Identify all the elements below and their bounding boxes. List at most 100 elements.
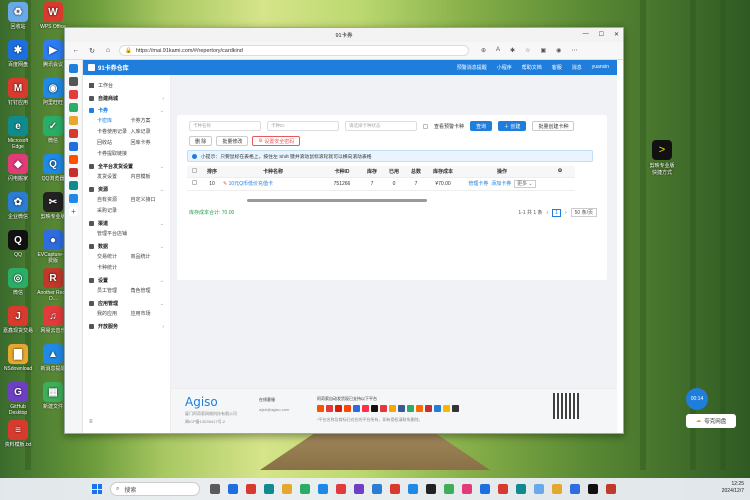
sidebar-section[interactable]: 自建商城 › xyxy=(83,92,170,104)
side-timer-button[interactable]: 00:14 xyxy=(686,388,708,410)
sidebar-item[interactable]: 回收站 xyxy=(97,139,131,146)
desktop-icon[interactable]: G GitHub Desktop xyxy=(2,382,34,416)
taskbar-app-icon[interactable] xyxy=(588,484,598,494)
sidebar-item[interactable]: 商品统计 xyxy=(131,253,165,260)
tab-icon[interactable] xyxy=(69,116,78,125)
taskbar-app-icon[interactable] xyxy=(570,484,580,494)
taskbar-app-icon[interactable] xyxy=(264,484,274,494)
sidebar-section[interactable]: 渠道 ⌄ xyxy=(83,217,170,229)
tab-icon[interactable] xyxy=(69,77,78,86)
sidebar-item-workbench[interactable]: 工作台 xyxy=(83,79,170,92)
page-number[interactable]: 1 xyxy=(552,208,561,217)
sidebar-item[interactable]: 采购记录 xyxy=(97,207,131,214)
add-icon[interactable]: + xyxy=(69,207,78,216)
next-icon[interactable]: › xyxy=(565,210,567,216)
sidebar-item[interactable]: 交易统计 xyxy=(97,253,131,260)
status-select[interactable]: 请选择卡种状态 xyxy=(345,121,417,131)
cloud-drive-widget[interactable]: ☁ 夸克网盘 xyxy=(686,414,736,428)
sidebar-section[interactable]: 全平台发货设置 ⌄ xyxy=(83,160,170,172)
taskbar-app-icon[interactable] xyxy=(426,484,436,494)
desktop-icon[interactable]: ≡ 资料模板.txt xyxy=(2,420,34,448)
taskbar-app-icon[interactable] xyxy=(552,484,562,494)
taskbar-app-icon[interactable] xyxy=(462,484,472,494)
taskbar-app-icon[interactable] xyxy=(246,484,256,494)
page-size-select[interactable]: 50 条/页 xyxy=(570,208,597,217)
sidebar-item[interactable]: 内容模板 xyxy=(131,173,165,180)
taskbar-app-icon[interactable] xyxy=(516,484,526,494)
profile-icon[interactable]: ◉ xyxy=(556,47,561,54)
taskbar-app-icon[interactable] xyxy=(606,484,616,494)
url-field[interactable]: 🔒 https://mai.91kami.com/#/repertory/card… xyxy=(119,45,469,56)
collapse-menu-icon[interactable]: ≡ xyxy=(89,419,93,425)
tab-icon[interactable] xyxy=(69,194,78,203)
taskbar-app-icon[interactable] xyxy=(444,484,454,494)
taskbar-app-icon[interactable] xyxy=(228,484,238,494)
sidebar-item[interactable]: 应用市场 xyxy=(131,310,165,317)
zoom-icon[interactable]: ⊕ xyxy=(481,47,486,54)
tab-icon[interactable] xyxy=(69,90,78,99)
tab-icon[interactable] xyxy=(69,103,78,112)
sidebar-item[interactable]: 卡种统计 xyxy=(97,264,131,271)
desktop-icon[interactable]: ✱ 百度网盘 xyxy=(2,40,34,68)
prev-icon[interactable]: ‹ xyxy=(547,210,549,216)
brand-logo[interactable]: 91卡券仓库 xyxy=(83,63,129,72)
manage-cards-link[interactable]: 管理卡券 xyxy=(468,181,488,187)
sidebar-section[interactable]: 资源 ⌄ xyxy=(83,183,170,195)
taskbar-app-icon[interactable] xyxy=(534,484,544,494)
taskbar-app-icon[interactable] xyxy=(354,484,364,494)
add-cards-link[interactable]: 添加卡券 xyxy=(491,181,511,187)
sidebar-item[interactable]: 回库卡券 xyxy=(131,139,165,146)
taskbar-app-icon[interactable] xyxy=(408,484,418,494)
batch-edit-button[interactable]: 批量修改 xyxy=(216,136,249,146)
taskbar-app-icon[interactable] xyxy=(300,484,310,494)
delete-button[interactable]: 删 除 xyxy=(189,136,213,146)
sidebar-item[interactable]: 我的应用 xyxy=(97,310,131,317)
clock-date[interactable]: 2024/12/7 xyxy=(722,488,744,495)
back-icon[interactable]: ← xyxy=(71,47,81,54)
taskbar-app-icon[interactable] xyxy=(390,484,400,494)
warn-checkbox[interactable] xyxy=(423,123,428,129)
table-row[interactable]: 10 ✎ 10元Q币低价充值卡 751266 7 0 7 ¥70.00 管理卡券 添加卡券 更… xyxy=(187,177,575,191)
taskbar-app-icon[interactable] xyxy=(336,484,346,494)
card-id-input[interactable]: 卡种ID xyxy=(267,121,339,131)
top-nav-item[interactable]: 预警消息提醒 xyxy=(457,64,487,71)
close-icon[interactable]: ✕ xyxy=(614,31,619,38)
card-name-input[interactable]: 卡种名称 xyxy=(189,121,261,131)
settings-icon[interactable]: ✱ xyxy=(510,47,515,54)
sidebar-item[interactable]: 自定义接口 xyxy=(131,196,165,203)
card-name-link[interactable]: 10元Q币低价充值卡 xyxy=(229,181,273,187)
taskbar-app-icon[interactable] xyxy=(480,484,490,494)
more-dropdown[interactable]: 更多 ⌄ xyxy=(513,180,536,188)
sidebar-item[interactable]: 角色管理 xyxy=(131,287,165,294)
reload-icon[interactable]: ↻ xyxy=(87,47,97,55)
desktop-icon[interactable]: e Microsoft Edge xyxy=(2,116,34,150)
security-password-button[interactable]: ⚙ 设置安全密码 xyxy=(252,136,301,146)
desktop-icon[interactable]: J 嘉鑫现货交易 xyxy=(2,306,34,334)
top-nav-item[interactable]: 帮助文档 xyxy=(522,64,542,71)
favorite-icon[interactable]: ☆ xyxy=(525,47,530,54)
sidebar-item[interactable]: 管理平台店铺 xyxy=(97,230,131,237)
sidebar-item[interactable]: 自有资源 xyxy=(97,196,131,203)
query-button[interactable]: 查询 xyxy=(470,121,493,131)
top-nav-item[interactable]: 客服 xyxy=(552,64,562,71)
sidebar-section[interactable]: 开放服务 › xyxy=(83,320,170,332)
sidebar-item[interactable]: 发货设置 xyxy=(97,173,131,180)
sidebar-item[interactable]: 入库记录 xyxy=(131,128,165,135)
tab-icon[interactable] xyxy=(69,155,78,164)
sidebar-item[interactable]: 卡券方案 xyxy=(131,117,165,124)
tab-icon[interactable] xyxy=(69,142,78,151)
column-settings-icon[interactable]: ⚙ xyxy=(545,166,575,178)
desktop-icon[interactable]: Q QQ xyxy=(2,230,34,258)
top-nav-item[interactable]: yuanxin xyxy=(592,64,609,71)
taskbar-app-icon[interactable] xyxy=(282,484,292,494)
clock-time[interactable]: 12:25 xyxy=(722,481,744,488)
tab-icon[interactable] xyxy=(69,168,78,177)
sidebar-item[interactable]: 员工管理 xyxy=(97,287,131,294)
select-all-checkbox[interactable] xyxy=(191,167,197,173)
sidebar-item[interactable]: 卡密库 xyxy=(97,117,131,124)
collections-icon[interactable]: ▣ xyxy=(540,47,546,54)
top-nav-item[interactable]: 小程序 xyxy=(497,64,512,71)
taskbar-app-icon[interactable] xyxy=(372,484,382,494)
sidebar-section[interactable]: 卡券 ⌄ xyxy=(83,104,170,116)
desktop-icon[interactable]: ♻ 回收站 xyxy=(2,2,34,30)
